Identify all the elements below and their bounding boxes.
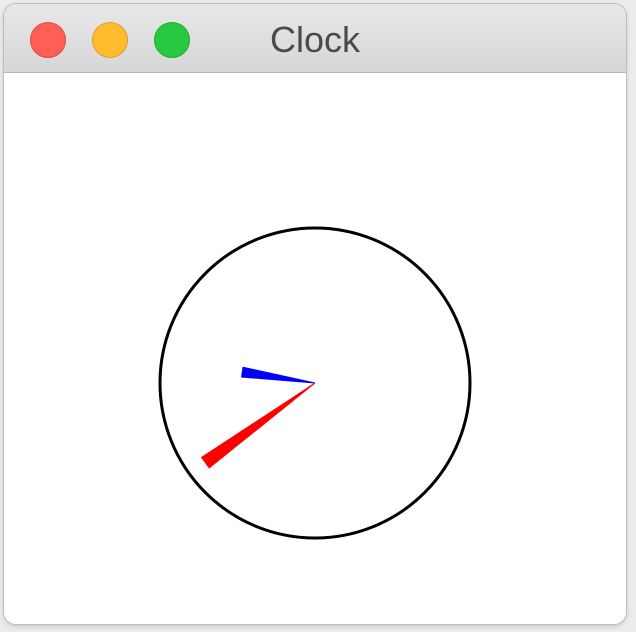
title-bar[interactable]: Clock: [4, 4, 626, 73]
hour-hand: [241, 366, 316, 384]
clock-face-svg: [158, 226, 472, 540]
clock-window: Clock: [4, 4, 626, 624]
minute-hand: [200, 382, 316, 469]
window-title: Clock: [269, 19, 361, 60]
clock-canvas: [4, 73, 626, 624]
